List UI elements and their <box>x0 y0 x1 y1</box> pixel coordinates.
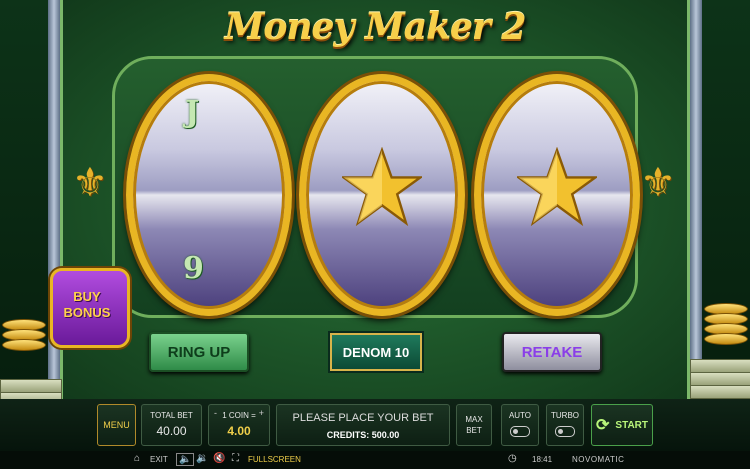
refresh-icon: ⟳ <box>596 417 610 434</box>
star-icon <box>342 147 422 227</box>
total-bet-value: 40.00 <box>156 424 187 438</box>
menu-button[interactable]: MENU <box>97 404 136 446</box>
retake-button[interactable]: RETAKE <box>502 332 602 372</box>
clock-time: 18:41 <box>532 455 553 464</box>
status-message: PLEASE PLACE YOUR BET <box>292 412 434 424</box>
denom-button[interactable]: DENOM 10 <box>330 333 422 371</box>
start-button[interactable]: ⟳ START <box>591 404 653 446</box>
reel-3 <box>474 74 640 316</box>
auto-label: AUTO <box>508 411 532 420</box>
reel-1: J 9 <box>126 74 292 316</box>
coin-minus-button[interactable]: - <box>214 408 217 418</box>
fleur-left-icon: ⚜ <box>72 161 108 205</box>
max-bet-label: MAX BET <box>465 415 483 435</box>
ring-up-button[interactable]: RING UP <box>149 332 249 372</box>
status-bar: ⌂ EXIT 🔈 🔉 🔇 ⛶ FULLSCREEN ◷ 18:41 NOVOMA… <box>0 451 750 469</box>
scroll-icon: 9 <box>183 251 204 286</box>
total-bet-label: TOTAL BET <box>150 411 193 420</box>
reel-2 <box>299 74 465 316</box>
turbo-label: TURBO <box>551 411 579 420</box>
buy-bonus-label: BUY BONUS <box>63 289 111 320</box>
coin-plus-button[interactable]: + <box>259 408 264 418</box>
coin-value: 4.00 <box>227 424 251 438</box>
max-bet-button[interactable]: MAX BET <box>456 404 492 446</box>
mute-icon[interactable]: 🔇 <box>213 453 225 464</box>
brand-logo: NOVOMATIC <box>572 455 625 464</box>
auto-switch-icon <box>510 426 530 437</box>
game-title: Money Maker 2 <box>224 6 527 48</box>
star-icon <box>517 147 597 227</box>
sound-icon[interactable]: 🔉 <box>196 453 208 464</box>
exit-link[interactable]: EXIT <box>150 455 168 464</box>
credits-display: CREDITS: 500.00 <box>326 430 400 440</box>
fullscreen-link[interactable]: FULLSCREEN <box>248 455 301 464</box>
fullscreen-icon[interactable]: ⛶ <box>232 453 239 464</box>
sound-mixed-icon[interactable]: 🔈 <box>176 453 195 466</box>
clock-icon: ◷ <box>508 453 517 464</box>
auto-toggle[interactable]: AUTO <box>501 404 539 446</box>
fleur-right-icon: ⚜ <box>640 161 676 205</box>
turbo-toggle[interactable]: TURBO <box>546 404 584 446</box>
game-scene: Money Maker 2 ⚜ ⚜ J 9 BUY BONUS RING UP … <box>0 0 750 469</box>
start-label: START <box>615 419 648 431</box>
total-bet-display: TOTAL BET 40.00 <box>141 404 202 446</box>
message-panel: PLEASE PLACE YOUR BET CREDITS: 500.00 <box>276 404 450 446</box>
home-icon[interactable]: ⌂ <box>134 453 140 464</box>
turbo-switch-icon <box>555 426 575 437</box>
scroll-icon: J <box>185 95 200 130</box>
coin-value-stepper[interactable]: - + 1 COIN = 4.00 <box>208 404 270 446</box>
